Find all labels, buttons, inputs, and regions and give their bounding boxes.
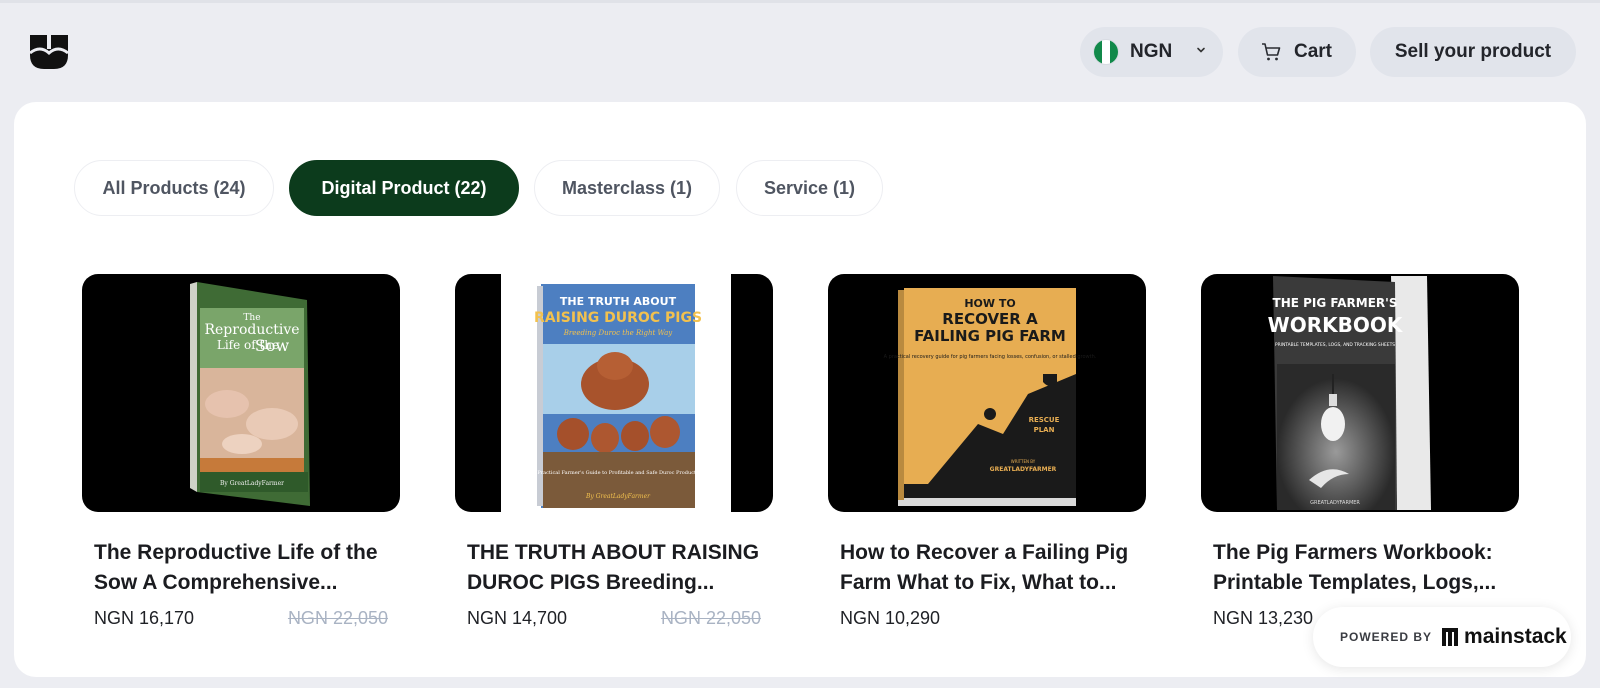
product-card[interactable]: THE PIG FARMER'S WORKBOOK PRINTABLE TEMP… (1201, 274, 1519, 634)
cover-title-line: HOW TO (964, 297, 1015, 310)
tab-digital-product[interactable]: Digital Product (22) (289, 160, 519, 216)
cover-title-line: WORKBOOK (1268, 313, 1404, 337)
cover-author: By GreatLadyFarmer (585, 493, 651, 500)
tab-service[interactable]: Service (1) (736, 160, 883, 216)
product-image[interactable]: The Reproductive Life of the Sow By Grea… (82, 274, 400, 512)
cover-title-line: RAISING DUROC PIGS (534, 310, 702, 326)
product-card[interactable]: The Reproductive Life of the Sow By Grea… (82, 274, 400, 634)
book-cover-reproductive-life: The Reproductive Life of the Sow By Grea… (190, 282, 310, 506)
powered-by-badge[interactable]: POWERED BY mainstack (1313, 607, 1571, 667)
sell-your-product-button[interactable]: Sell your product (1370, 27, 1576, 77)
mainstack-logo-icon (1442, 628, 1459, 646)
cover-tagline: A Practical Farmer's Guide to Profitable… (531, 470, 704, 476)
cover-author: GREATLADYFARMER (990, 466, 1057, 473)
product-image[interactable]: HOW TO RECOVER A FAILING PIG FARM A prac… (828, 274, 1146, 512)
product-price: NGN 13,230 (1213, 608, 1314, 628)
cover-author: By GreatLadyFarmer (220, 480, 284, 487)
tab-label: Service (1) (763, 177, 856, 198)
cover-title-line: FAILING PIG FARM (914, 327, 1066, 345)
sell-label: Sell your product (1394, 41, 1552, 62)
book-cover-recover-pig-farm: HOW TO RECOVER A FAILING PIG FARM A prac… (884, 288, 1097, 506)
cart-button[interactable]: Cart (1238, 27, 1356, 77)
tab-label: Digital Product (22) (321, 177, 487, 198)
product-price: NGN 16,170 (94, 608, 195, 628)
product-title[interactable]: How to Recover a Failing Pig Farm What t… (828, 538, 1146, 598)
product-prices: NGN 16,170 NGN 22,050 (82, 608, 400, 634)
book-cover-pig-farmers-workbook: THE PIG FARMER'S WORKBOOK PRINTABLE TEMP… (1268, 276, 1431, 510)
product-title[interactable]: THE TRUTH ABOUT RAISING DUROC PIGS Breed… (455, 538, 773, 598)
tab-label: All Products (24) (102, 177, 246, 198)
currency-code: NGN (1130, 41, 1173, 62)
book-cover-duroc-pigs: THE TRUTH ABOUT RAISING DUROC PIGS Breed… (501, 274, 731, 512)
product-image[interactable]: THE PIG FARMER'S WORKBOOK PRINTABLE TEMP… (1201, 274, 1519, 512)
cart-icon (1262, 43, 1281, 61)
product-title[interactable]: The Pig Farmers Workbook: Printable Temp… (1201, 538, 1519, 598)
cover-subtitle: Breeding Duroc the Right Way (563, 329, 674, 337)
store-header: NGN Cart Sell your product (0, 0, 1600, 102)
cover-badge-line: RESCUE (1029, 416, 1060, 424)
product-price: NGN 14,700 (467, 608, 568, 628)
tab-all-products[interactable]: All Products (24) (74, 160, 274, 216)
product-title[interactable]: The Reproductive Life of the Sow A Compr… (82, 538, 400, 598)
product-old-price: NGN 22,050 (287, 608, 388, 628)
product-old-price: NGN 22,050 (660, 608, 761, 628)
chevron-down-icon (1197, 47, 1205, 53)
cover-title-line: THE PIG FARMER'S (1273, 296, 1398, 310)
cover-title-line: THE TRUTH ABOUT (560, 295, 677, 308)
tab-label: Masterclass (1) (561, 177, 693, 198)
mainstack-store-logo-icon[interactable] (28, 33, 70, 71)
product-card[interactable]: THE TRUTH ABOUT RAISING DUROC PIGS Breed… (455, 274, 773, 634)
currency-selector[interactable]: NGN (1080, 27, 1223, 77)
cover-author-prefix: WRITTEN BY (1011, 459, 1036, 464)
nigeria-flag-icon (1093, 39, 1119, 65)
product-price: NGN 10,290 (840, 608, 941, 628)
product-prices: NGN 10,290 (828, 608, 1146, 634)
tab-masterclass[interactable]: Masterclass (1) (534, 160, 720, 216)
cover-author: GREATLADYFARMER (1310, 500, 1360, 506)
cart-label: Cart (1294, 41, 1333, 62)
powered-by-label: POWERED BY (1340, 630, 1433, 644)
mainstack-brand: mainstack (1464, 625, 1567, 648)
cover-title-line: RECOVER A (942, 310, 1038, 328)
product-card[interactable]: HOW TO RECOVER A FAILING PIG FARM A prac… (828, 274, 1146, 634)
product-image[interactable]: THE TRUTH ABOUT RAISING DUROC PIGS Breed… (455, 274, 773, 512)
cover-badge-line: PLAN (1034, 426, 1055, 434)
cover-subtitle: PRINTABLE TEMPLATES, LOGS, AND TRACKING … (1275, 342, 1395, 348)
product-prices: NGN 14,700 NGN 22,050 (455, 608, 773, 634)
products-panel: All Products (24) Digital Product (22) M… (14, 102, 1586, 677)
cover-tagline: A practical recovery guide for pig farme… (884, 354, 1097, 360)
cover-title-line: Sow (255, 336, 290, 355)
